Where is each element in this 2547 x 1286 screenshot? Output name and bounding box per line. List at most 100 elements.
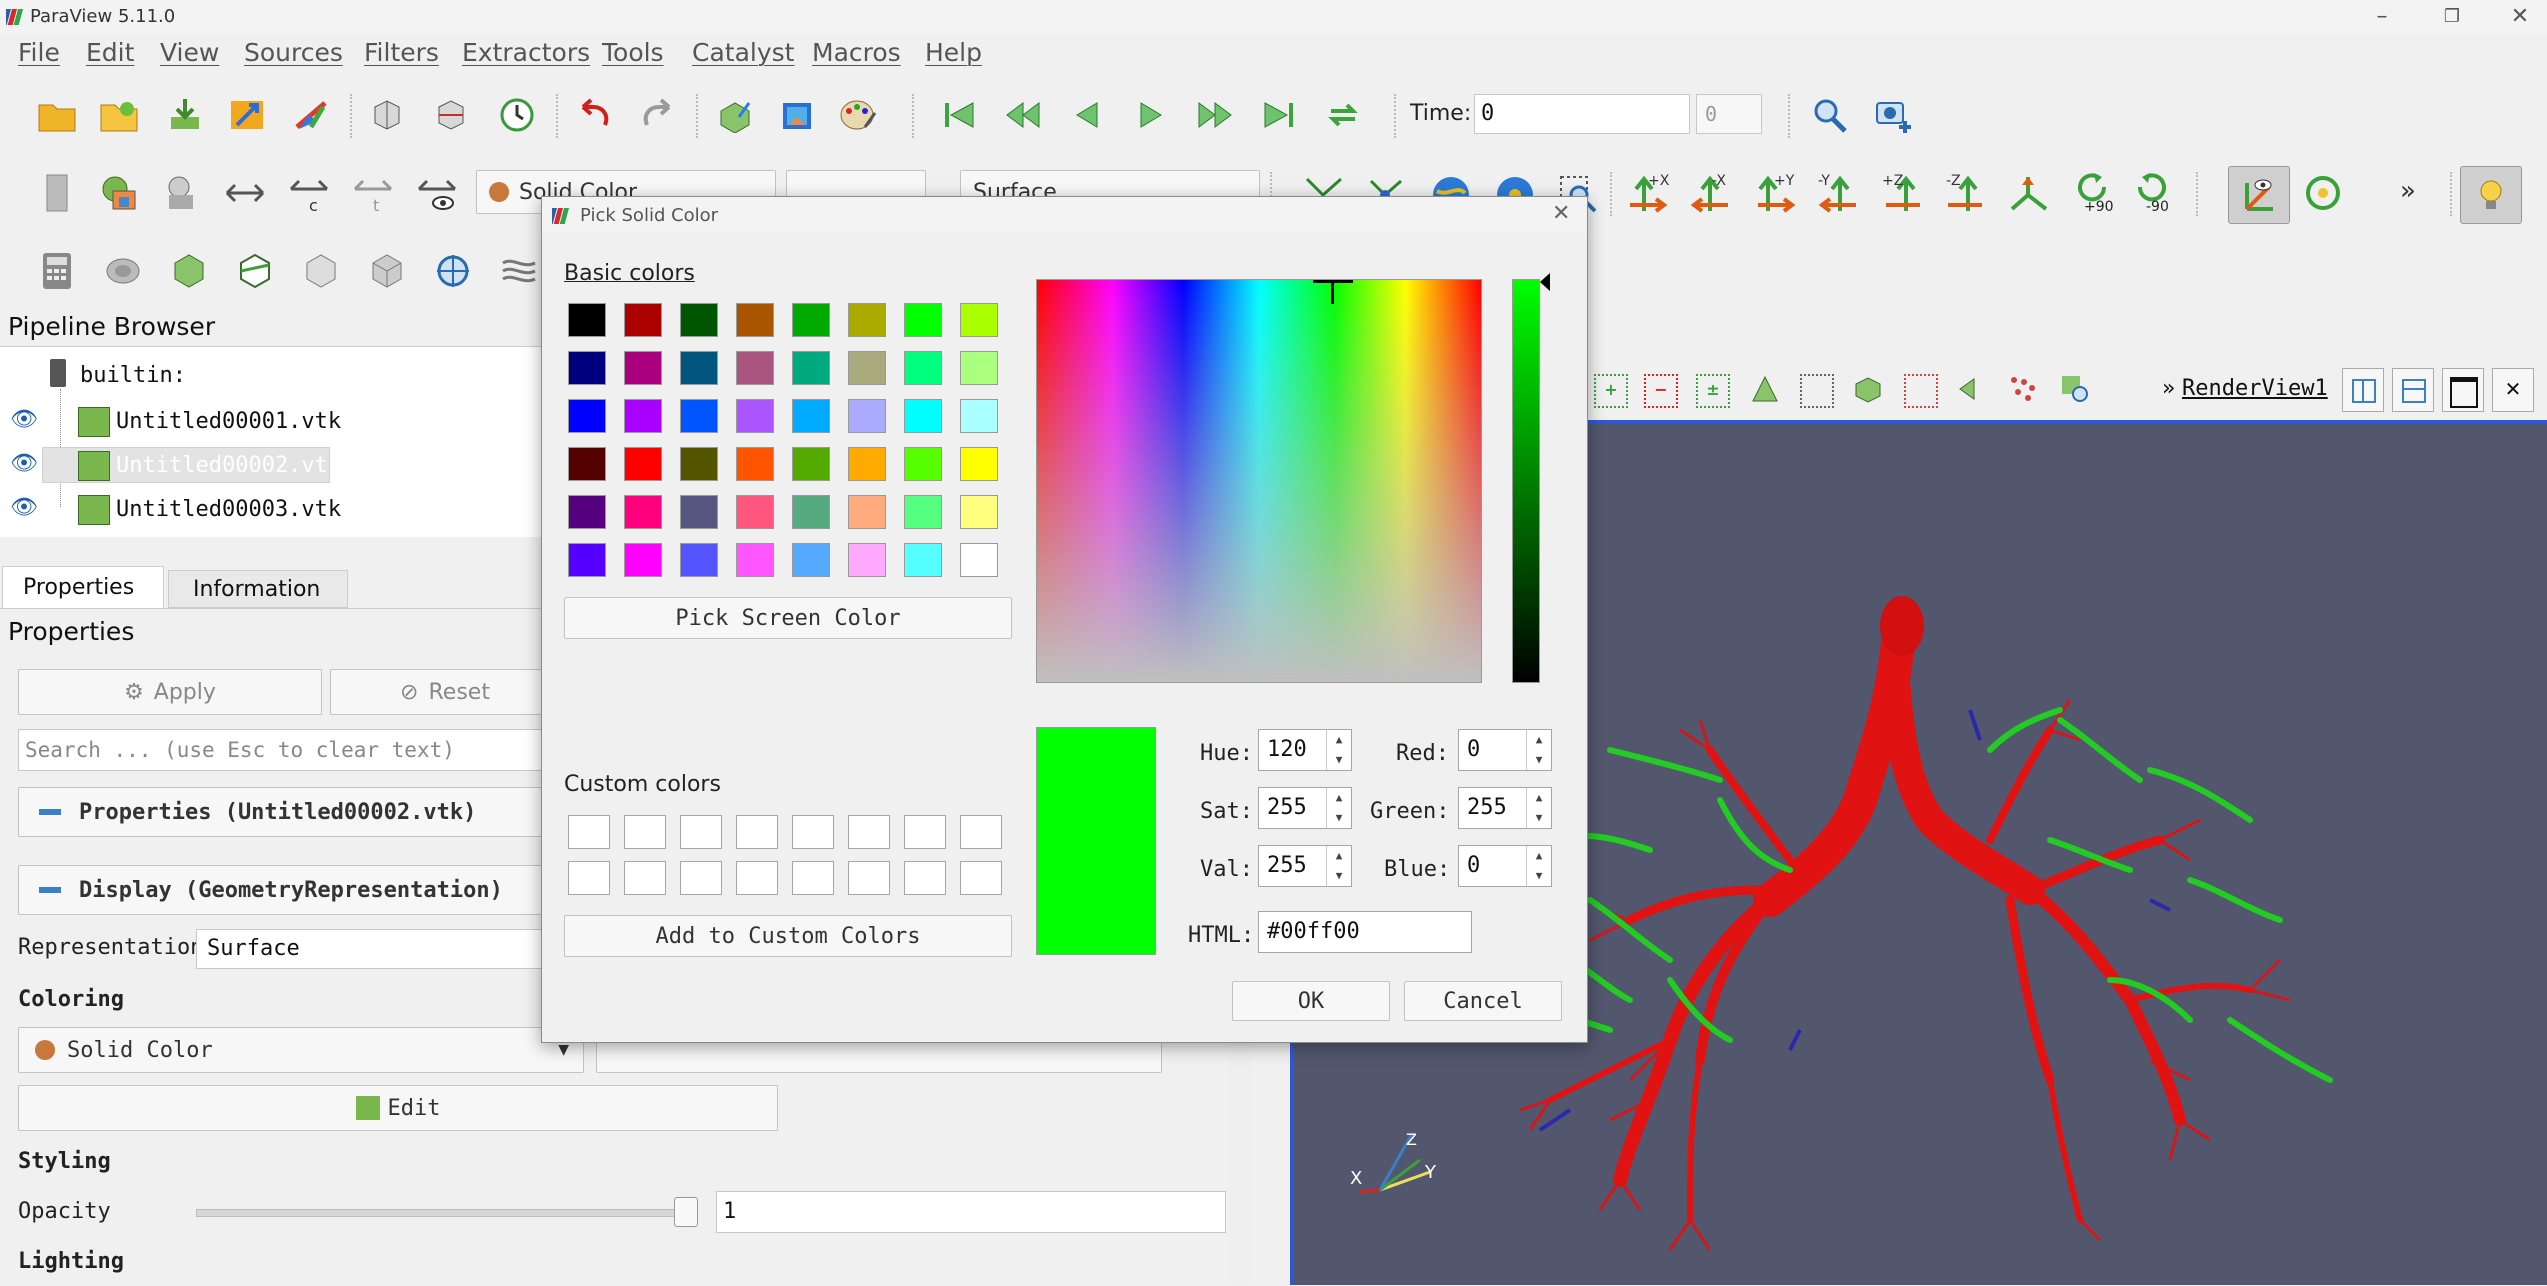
pick-screen-color-button[interactable]: Pick Screen Color [564,597,1012,639]
basic-color-swatch[interactable] [680,351,718,385]
menu-catalyst[interactable]: Catalyst [692,38,794,67]
glyph-icon[interactable] [430,248,476,294]
basic-color-swatch[interactable] [848,543,886,577]
open-recent-icon[interactable] [96,92,142,138]
tab-information[interactable]: Information [168,570,348,608]
reset-button[interactable]: ⊘ Reset [330,669,560,715]
basic-color-swatch[interactable] [792,495,830,529]
cancel-button[interactable]: Cancel [1404,981,1562,1021]
properties-section-header[interactable]: Properties (Untitled00002.vtk) [18,787,558,837]
basic-color-swatch[interactable] [848,495,886,529]
interactive-select-icon[interactable] [1852,374,1882,404]
play-backward-icon[interactable] [1064,92,1110,138]
split-horizontal-icon[interactable] [366,92,412,138]
select-cells-on-icon[interactable]: + [1594,374,1628,408]
spin-arrows-icon[interactable]: ▲ ▼ [1526,846,1551,886]
custom-color-slot[interactable] [624,861,666,895]
basic-color-swatch[interactable] [736,447,774,481]
spin-arrows-icon[interactable]: ▲ ▼ [1326,846,1351,886]
split-vertical-button[interactable] [2392,368,2434,412]
basic-color-swatch[interactable] [904,447,942,481]
spin-arrows-icon[interactable]: ▲ ▼ [1326,788,1351,828]
toolbar-overflow-chevron[interactable]: » [2400,176,2416,206]
val-spinbox[interactable]: 255 ▲ ▼ [1258,845,1352,887]
custom-color-slot[interactable] [736,861,778,895]
render-view-title[interactable]: RenderView1 [2182,376,2328,401]
view-minus-x-icon[interactable]: -X [1688,170,1734,216]
html-input[interactable]: #00ff00 [1258,911,1472,953]
hue-saturation-field[interactable] [1036,279,1482,683]
view-plus-x-icon[interactable]: +X [1626,170,1672,216]
menu-view[interactable]: View [160,38,219,67]
view-plus-y-icon[interactable]: +Y [1752,170,1798,216]
calculator-icon[interactable] [34,248,80,294]
split-vertical-icon[interactable] [430,92,476,138]
threshold-icon[interactable] [298,248,344,294]
visibility-eye-icon[interactable]: 👁 [10,451,38,476]
rescale-custom-range-icon[interactable]: c [286,170,332,216]
rescale-to-data-range-icon[interactable] [222,170,268,216]
next-frame-icon[interactable] [1192,92,1238,138]
isometric-view-icon[interactable] [2006,170,2052,216]
edit-color-map-icon[interactable] [96,170,142,216]
dialog-close-button[interactable]: ✕ [1552,201,1570,226]
first-frame-icon[interactable] [936,92,982,138]
menu-edit[interactable]: Edit [86,38,134,67]
basic-color-swatch[interactable] [960,351,998,385]
basic-color-swatch[interactable] [568,495,606,529]
opacity-slider-handle[interactable] [674,1197,698,1227]
basic-color-swatch[interactable] [736,543,774,577]
sat-spinbox[interactable]: 255 ▲ ▼ [1258,787,1352,829]
basic-color-swatch[interactable] [568,543,606,577]
reset-range-icon[interactable] [158,170,204,216]
basic-color-swatch[interactable] [904,303,942,337]
basic-color-swatch[interactable] [568,303,606,337]
maximize-button[interactable]: ❐ [2432,2,2472,32]
display-section-header[interactable]: Display (GeometryRepresentation) [18,865,558,915]
value-slider-handle[interactable] [1540,273,1550,291]
extract-subset-icon[interactable] [364,248,410,294]
basic-color-swatch[interactable] [568,447,606,481]
custom-color-slot[interactable] [848,861,890,895]
previous-frame-icon[interactable] [1000,92,1046,138]
custom-color-slot[interactable] [568,861,610,895]
time-input[interactable]: 0 [1474,94,1690,134]
basic-color-swatch[interactable] [792,447,830,481]
add-to-custom-colors-button[interactable]: Add to Custom Colors [564,915,1012,957]
custom-color-slot[interactable] [568,815,610,849]
close-view-button[interactable]: ✕ [2492,368,2534,412]
basic-color-swatch[interactable] [848,351,886,385]
find-data-icon[interactable] [2008,374,2038,404]
palette-icon[interactable] [836,92,882,138]
basic-color-swatch[interactable] [736,351,774,385]
stream-tracer-icon[interactable] [496,248,542,294]
custom-color-slot[interactable] [792,861,834,895]
load-state-icon[interactable] [162,92,208,138]
green-spinbox[interactable]: 255 ▲ ▼ [1458,787,1552,829]
basic-color-swatch[interactable] [848,399,886,433]
basic-color-swatch[interactable] [624,351,662,385]
basic-color-swatch[interactable] [624,303,662,337]
spin-arrows-icon[interactable]: ▲ ▼ [1326,730,1351,770]
basic-color-swatch[interactable] [736,399,774,433]
basic-color-swatch[interactable] [904,351,942,385]
slice-icon[interactable] [232,248,278,294]
opacity-input[interactable]: 1 [716,1191,1226,1233]
spin-arrows-icon[interactable]: ▲ ▼ [1526,730,1551,770]
basic-color-swatch[interactable] [960,447,998,481]
select-points-on-icon[interactable]: − [1644,374,1678,408]
select-block-icon[interactable] [1800,374,1834,408]
basic-color-swatch[interactable] [960,399,998,433]
minimize-button[interactable]: – [2362,2,2402,32]
basic-color-swatch[interactable] [792,543,830,577]
rescale-visible-range-icon[interactable] [414,170,460,216]
blue-spinbox[interactable]: 0 ▲ ▼ [1458,845,1552,887]
clear-selection-icon[interactable] [2060,374,2090,404]
menu-tools[interactable]: Tools [602,38,664,67]
view-minus-y-icon[interactable]: -Y [1816,170,1862,216]
select-frustum-icon[interactable]: ± [1696,374,1730,408]
pipeline-item-untitled00003[interactable]: Untitled00003.vtk [116,497,341,522]
custom-color-slot[interactable] [904,861,946,895]
basic-color-swatch[interactable] [568,351,606,385]
reset-camera-icon[interactable] [712,92,758,138]
